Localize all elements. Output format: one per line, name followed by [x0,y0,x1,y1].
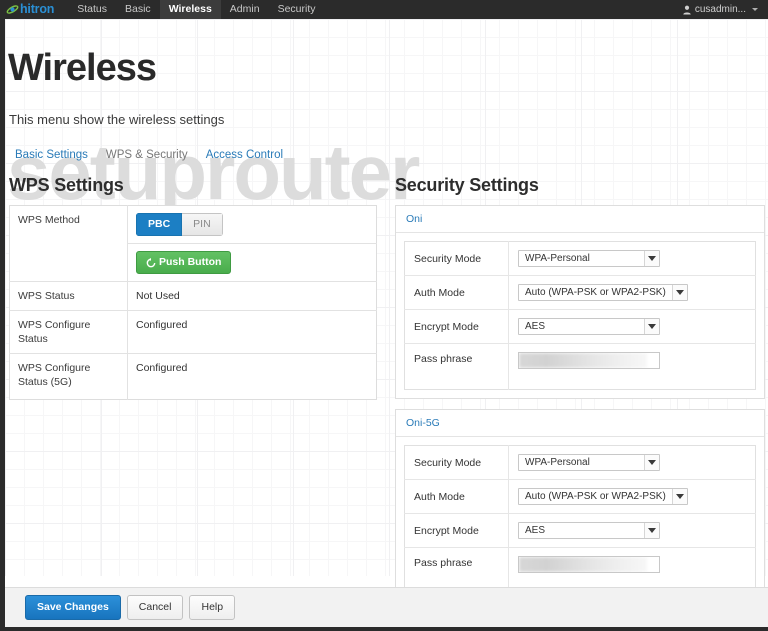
wps-method-pin-button[interactable]: PIN [182,213,223,236]
wps-settings-column: WPS Settings WPS Method PBC PIN Push But… [9,174,381,400]
auth-mode-select[interactable]: Auto (WPA-PSK or WPA2-PSK) [518,488,688,505]
auth-mode-label: Auth Mode [404,479,509,514]
table-row: Auth Mode Auto (WPA-PSK or WPA2-PSK) [404,275,756,310]
wps-configure-status-5g-label: WPS Configure Status (5G) [9,353,128,400]
wps-configure-status-value: Configured [136,319,188,331]
chevron-down-icon [644,523,659,538]
chevron-down-icon [752,8,758,11]
top-navigation-bar: hitron Status Basic Wireless Admin Secur… [0,0,768,19]
nav-item-wireless[interactable]: Wireless [159,0,221,19]
chevron-down-icon [644,251,659,266]
footer-action-bar: Save Changes Cancel Help [5,587,768,627]
encrypt-mode-value: AES [525,320,546,332]
table-row: Security Mode WPA-Personal [404,445,756,480]
help-button[interactable]: Help [189,595,236,620]
table-row: Auth Mode Auto (WPA-PSK or WPA2-PSK) [404,479,756,514]
auth-mode-value: Auto (WPA-PSK or WPA2-PSK) [525,286,666,298]
security-mode-label: Security Mode [404,445,509,480]
page-title: Wireless [8,47,157,89]
security-settings-column: Security Settings Oni Security Mode WPA-… [395,174,767,613]
table-row: Encrypt Mode AES [404,513,756,548]
wps-method-pbc-button[interactable]: PBC [136,213,183,236]
pass-phrase-label: Pass phrase [404,343,509,390]
security-panel-body: Security Mode WPA-Personal Auth Mode Aut… [396,233,764,398]
table-row: WPS Configure Status (5G) Configured [9,353,377,400]
pass-phrase-input[interactable] [518,352,660,369]
security-settings-heading: Security Settings [395,175,539,195]
page-content: setuprouter Wireless This menu show the … [5,19,768,631]
security-table-oni-5g: Security Mode WPA-Personal Auth Mode Aut… [404,445,756,594]
left-rail [0,19,5,631]
brand-name: hitron [20,2,55,17]
chevron-down-icon [671,489,687,504]
cancel-button[interactable]: Cancel [126,595,184,620]
bottom-strip [0,627,768,631]
nav-item-basic[interactable]: Basic [116,0,160,19]
refresh-icon [146,257,156,267]
wps-method-cell: PBC PIN [128,206,377,244]
chevron-down-icon [671,285,687,300]
wps-configure-status-label: WPS Configure Status [9,310,128,354]
auth-mode-select[interactable]: Auto (WPA-PSK or WPA2-PSK) [518,284,688,301]
security-mode-label: Security Mode [404,241,509,276]
save-changes-button[interactable]: Save Changes [25,595,121,620]
wps-status-label: WPS Status [9,281,128,311]
ssid-header-oni-5g[interactable]: Oni-5G [396,410,764,437]
encrypt-mode-select[interactable]: AES [518,522,660,539]
nav-item-security[interactable]: Security [269,0,325,19]
brand-logo[interactable]: hitron [0,0,68,19]
security-panel-oni: Oni Security Mode WPA-Personal Auth Mode… [395,205,765,399]
user-name: cusadmin... [694,4,746,15]
security-table-oni: Security Mode WPA-Personal Auth Mode Aut… [404,241,756,390]
security-panel-body: Security Mode WPA-Personal Auth Mode Aut… [396,437,764,602]
tab-access-control[interactable]: Access Control [200,147,295,163]
nav-item-status[interactable]: Status [68,0,116,19]
push-button-button[interactable]: Push Button [136,251,232,274]
security-mode-select[interactable]: WPA-Personal [518,454,660,471]
table-row: Pass phrase [404,343,756,390]
wps-push-button-cell: Push Button [128,244,377,282]
security-panel-oni-5g: Oni-5G Security Mode WPA-Personal Auth M… [395,409,765,603]
wps-settings-table: WPS Method PBC PIN Push Button WPS Statu… [9,205,377,400]
table-row: Security Mode WPA-Personal [404,241,756,276]
encrypt-mode-label: Encrypt Mode [404,513,509,548]
ssid-header-oni[interactable]: Oni [396,206,764,233]
page-body: setuprouter Wireless This menu show the … [0,19,768,631]
encrypt-mode-select[interactable]: AES [518,318,660,335]
chevron-down-icon [644,455,659,470]
nav-item-admin[interactable]: Admin [221,0,269,19]
pass-phrase-input[interactable] [518,556,660,573]
auth-mode-value: Auto (WPA-PSK or WPA2-PSK) [525,490,666,502]
push-button-label: Push Button [159,256,222,268]
redacted-value [519,557,647,572]
hitron-swoosh-icon [6,5,19,14]
security-mode-value: WPA-Personal [525,252,590,264]
wps-method-toggle[interactable]: PBC PIN [136,213,223,236]
tab-bar: Basic Settings WPS & Security Access Con… [9,147,295,163]
table-row: WPS Status Not Used [9,281,377,311]
redacted-value [519,353,647,368]
page-subtitle: This menu show the wireless settings [9,112,225,127]
security-mode-select[interactable]: WPA-Personal [518,250,660,267]
encrypt-mode-value: AES [525,524,546,536]
tab-wps-security[interactable]: WPS & Security [100,147,200,163]
security-mode-value: WPA-Personal [525,456,590,468]
tab-basic-settings[interactable]: Basic Settings [9,147,100,163]
wps-method-label: WPS Method [9,205,128,282]
chevron-down-icon [644,319,659,334]
wps-status-value: Not Used [136,290,180,302]
table-row: WPS Method PBC PIN [9,205,377,282]
user-icon [683,5,691,14]
wps-settings-heading: WPS Settings [9,175,124,195]
wps-configure-status-5g-value: Configured [136,362,188,374]
table-row: Encrypt Mode AES [404,309,756,344]
encrypt-mode-label: Encrypt Mode [404,309,509,344]
user-menu[interactable]: cusadmin... [683,4,768,15]
main-nav: Status Basic Wireless Admin Security [68,0,324,19]
auth-mode-label: Auth Mode [404,275,509,310]
table-row: WPS Configure Status Configured [9,310,377,354]
